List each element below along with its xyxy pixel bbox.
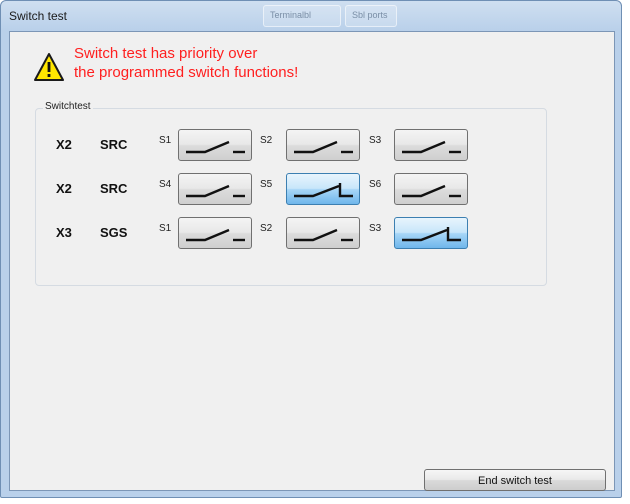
title-bar[interactable]: Switch test Terminalbl Sbl ports: [1, 1, 621, 31]
switch-toggle-button[interactable]: [178, 129, 252, 161]
switch-toggle-button[interactable]: [286, 217, 360, 249]
switch-label: S2: [260, 135, 273, 146]
switch-row: X2 SRC S1 S2 S3: [36, 129, 546, 163]
switch-toggle-button[interactable]: [394, 173, 468, 205]
warning-triangle-icon: [34, 53, 64, 81]
device-label: SRC: [100, 181, 128, 196]
connector-label: X2: [56, 181, 72, 196]
dialog-client-area: Switch test has priority over the progra…: [9, 31, 615, 491]
device-label: SRC: [100, 137, 128, 152]
end-switch-test-button[interactable]: End switch test: [424, 469, 606, 491]
switchtest-group: Switchtest X2 SRC S1 S2 S3 X2 SRC S4 S5 S6 X3 SGS S1…: [35, 101, 547, 286]
switch-toggle-button[interactable]: [394, 217, 468, 249]
warning-line-2: the programmed switch functions!: [74, 64, 299, 81]
switch-label: S5: [260, 179, 273, 190]
switch-toggle-button[interactable]: [286, 129, 360, 161]
switch-label: S4: [159, 179, 172, 190]
switch-row: X2 SRC S4 S5 S6: [36, 173, 546, 207]
background-tab: Sbl ports: [345, 5, 397, 27]
switch-label: S3: [369, 223, 382, 234]
switch-toggle-button[interactable]: [178, 173, 252, 205]
switch-toggle-button[interactable]: [394, 129, 468, 161]
connector-label: X3: [56, 225, 72, 240]
switch-label: S6: [369, 179, 382, 190]
switch-label: S1: [159, 135, 172, 146]
connector-label: X2: [56, 137, 72, 152]
switch-label: S3: [369, 135, 382, 146]
device-label: SGS: [100, 225, 128, 240]
dialog-window: Switch test Terminalbl Sbl ports Switch …: [0, 0, 622, 498]
warning-message: Switch test has priority over the progra…: [74, 44, 298, 82]
window-title: Switch test: [9, 9, 68, 23]
switch-label: S2: [260, 223, 273, 234]
warning-line-1: Switch test has priority over: [74, 45, 258, 62]
switch-label: S1: [159, 223, 172, 234]
switch-row: X3 SGS S1 S2 S3: [36, 217, 546, 251]
background-tab: Terminalbl: [263, 5, 341, 27]
group-label: Switchtest: [43, 101, 93, 112]
switch-toggle-button[interactable]: [178, 217, 252, 249]
switch-toggle-button[interactable]: [286, 173, 360, 205]
